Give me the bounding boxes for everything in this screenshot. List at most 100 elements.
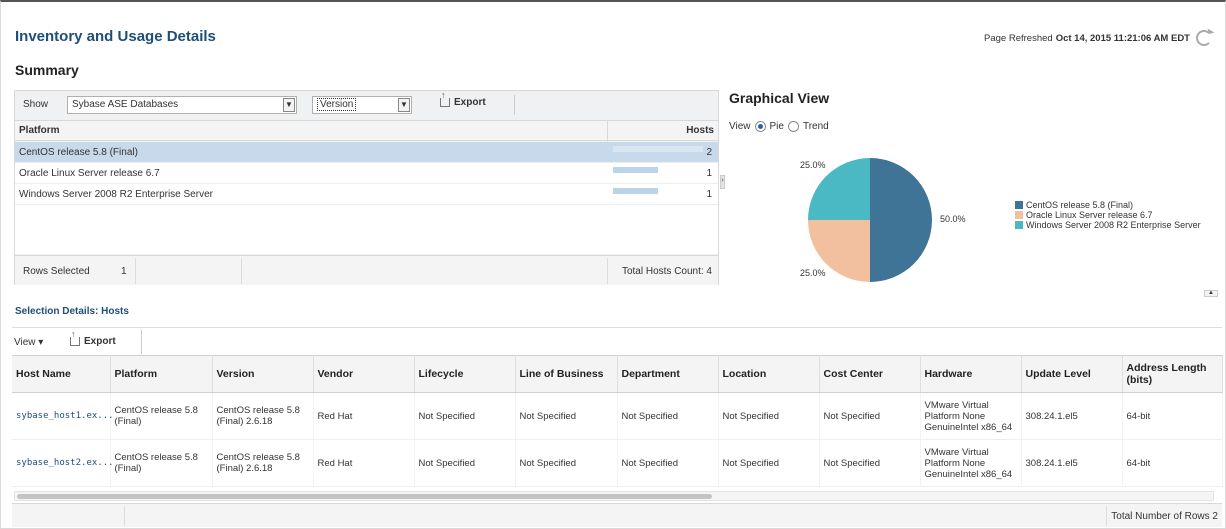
table-row[interactable]: sybase_host1.ex... CentOS release 5.8 (F… — [12, 392, 1223, 440]
platform-cell: Oracle Linux Server release 6.7 — [19, 168, 160, 179]
selection-details-title: Selection Details: Hosts — [15, 306, 129, 317]
details-export-button[interactable]: Export — [70, 329, 116, 347]
legend-swatch — [1015, 221, 1023, 229]
column-header-platform[interactable]: Platform — [19, 125, 60, 136]
column-header[interactable]: Version — [212, 355, 314, 393]
pie-slice-label: 25.0% — [800, 160, 826, 171]
table-cell: VMware Virtual Platform None GenuineInte… — [920, 439, 1022, 487]
scrollbar-thumb[interactable] — [17, 494, 712, 499]
summary-table-footer: Rows Selected 1 Total Hosts Count: 4 — [15, 255, 718, 285]
host-name-link[interactable]: sybase_host2.ex... — [12, 439, 114, 487]
table-cell: Not Specified — [718, 439, 820, 487]
pie-chart: 50.0% 25.0% 25.0% — [780, 150, 966, 290]
footer-divider — [135, 258, 136, 284]
platform-cell: CentOS release 5.8 (Final) — [19, 147, 138, 158]
table-cell: 64-bit — [1122, 439, 1223, 487]
legend-item[interactable]: Windows Server 2008 R2 Enterprise Server — [1015, 220, 1201, 230]
column-header-hosts[interactable]: Hosts — [686, 125, 714, 136]
host-name-link[interactable]: sybase_host1.ex... — [12, 392, 114, 440]
table-cell: Not Specified — [414, 392, 516, 440]
page-refresh-status: Page Refreshed Oct 14, 2015 11:21:06 AM … — [984, 30, 1212, 46]
legend-item[interactable]: Oracle Linux Server release 6.7 — [1015, 210, 1201, 220]
version-select[interactable]: Version ▼ — [312, 96, 412, 114]
show-select-value: Sybase ASE Databases — [72, 99, 179, 110]
table-cell: CentOS release 5.8 (Final) — [110, 392, 213, 440]
column-header[interactable]: Platform — [110, 355, 213, 393]
column-header[interactable]: Vendor — [313, 355, 415, 393]
pie-slice[interactable] — [870, 158, 932, 282]
hosts-table: Host Name Platform Version Vendor Lifecy… — [12, 355, 1223, 487]
export-label: Export — [84, 336, 116, 347]
column-header[interactable]: Hardware — [920, 355, 1022, 393]
refresh-icon[interactable] — [1196, 30, 1212, 46]
pie-label: Pie — [769, 121, 784, 132]
summary-table-header: Platform Hosts — [15, 120, 718, 142]
details-toolbar: View ▾ Export — [12, 327, 1222, 355]
refresh-label: Page Refreshed — [984, 32, 1053, 44]
summary-row[interactable]: CentOS release 5.8 (Final) 2 — [15, 142, 718, 163]
pie-slice-label: 50.0% — [940, 214, 966, 224]
table-cell: Not Specified — [617, 392, 719, 440]
platform-cell: Windows Server 2008 R2 Enterprise Server — [19, 189, 213, 200]
view-label: View — [729, 121, 751, 132]
legend-label: Oracle Linux Server release 6.7 — [1026, 210, 1153, 220]
legend-label: Windows Server 2008 R2 Enterprise Server — [1026, 220, 1201, 230]
hosts-bar — [613, 167, 658, 173]
column-divider — [607, 121, 608, 142]
total-hosts-count: Total Hosts Count: 4 — [621, 266, 712, 277]
chart-legend: CentOS release 5.8 (Final) Oracle Linux S… — [1015, 200, 1201, 230]
export-icon — [440, 90, 450, 107]
footer-divider — [607, 258, 608, 284]
table-row[interactable]: sybase_host2.ex... CentOS release 5.8 (F… — [12, 439, 1223, 487]
table-cell: 64-bit — [1122, 392, 1223, 440]
panel-splitter-handle[interactable]: › — [720, 175, 725, 189]
summary-table-panel: Show Sybase ASE Databases ▼ Version ▼ Ex… — [14, 90, 719, 285]
summary-table-body: CentOS release 5.8 (Final) 2 Oracle Linu… — [15, 142, 718, 254]
pie-radio[interactable] — [754, 121, 766, 132]
column-header[interactable]: Lifecycle — [414, 355, 516, 393]
column-header[interactable]: Address Length (bits) — [1122, 355, 1223, 393]
table-cell: CentOS release 5.8 (Final) — [110, 439, 213, 487]
column-header[interactable]: Cost Center — [819, 355, 921, 393]
show-select[interactable]: Sybase ASE Databases ▼ — [67, 96, 297, 114]
column-header[interactable]: Update Level — [1021, 355, 1123, 393]
table-cell: 308.24.1.el5 — [1021, 392, 1123, 440]
footer-divider — [1106, 506, 1107, 526]
column-header[interactable]: Location — [718, 355, 820, 393]
summary-toolbar: Show Sybase ASE Databases ▼ Version ▼ Ex… — [15, 90, 718, 119]
view-options: View Pie Trend — [729, 121, 829, 132]
rows-selected-label: Rows Selected — [23, 266, 90, 277]
table-cell: Not Specified — [617, 439, 719, 487]
hosts-count: 1 — [706, 168, 712, 179]
details-view-menu[interactable]: View ▾ — [14, 337, 43, 348]
version-select-value: Version — [317, 98, 357, 111]
legend-swatch — [1015, 211, 1023, 219]
column-header[interactable]: Department — [617, 355, 719, 393]
export-icon — [70, 329, 80, 346]
toolbar-divider — [141, 330, 142, 354]
hosts-count: 1 — [706, 189, 712, 200]
trend-radio[interactable] — [787, 121, 799, 132]
legend-item[interactable]: CentOS release 5.8 (Final) — [1015, 200, 1201, 210]
summary-export-button[interactable]: Export — [440, 90, 486, 108]
footer-divider — [124, 506, 125, 526]
hosts-bar — [613, 146, 703, 152]
column-header[interactable]: Host Name — [12, 355, 111, 393]
show-label: Show — [23, 99, 49, 110]
column-header[interactable]: Line of Business — [515, 355, 618, 393]
details-footer: Total Number of Rows 2 — [12, 503, 1222, 527]
chevron-down-icon: ▼ — [283, 98, 295, 112]
chevron-down-icon: ▼ — [398, 98, 410, 112]
summary-title: Summary — [15, 62, 79, 78]
summary-row[interactable]: Windows Server 2008 R2 Enterprise Server… — [15, 184, 718, 205]
horizontal-scrollbar[interactable] — [14, 491, 1214, 501]
summary-row[interactable]: Oracle Linux Server release 6.7 1 — [15, 163, 718, 184]
table-cell: Not Specified — [515, 439, 618, 487]
table-cell: Not Specified — [819, 439, 921, 487]
hosts-count: 2 — [706, 147, 712, 158]
collapse-button[interactable]: ▲ — [1204, 290, 1218, 297]
refresh-time: Oct 14, 2015 11:21:06 AM EDT — [1055, 32, 1190, 44]
graphical-view-title: Graphical View — [729, 90, 830, 106]
legend-swatch — [1015, 201, 1023, 209]
table-cell: Red Hat — [313, 392, 415, 440]
